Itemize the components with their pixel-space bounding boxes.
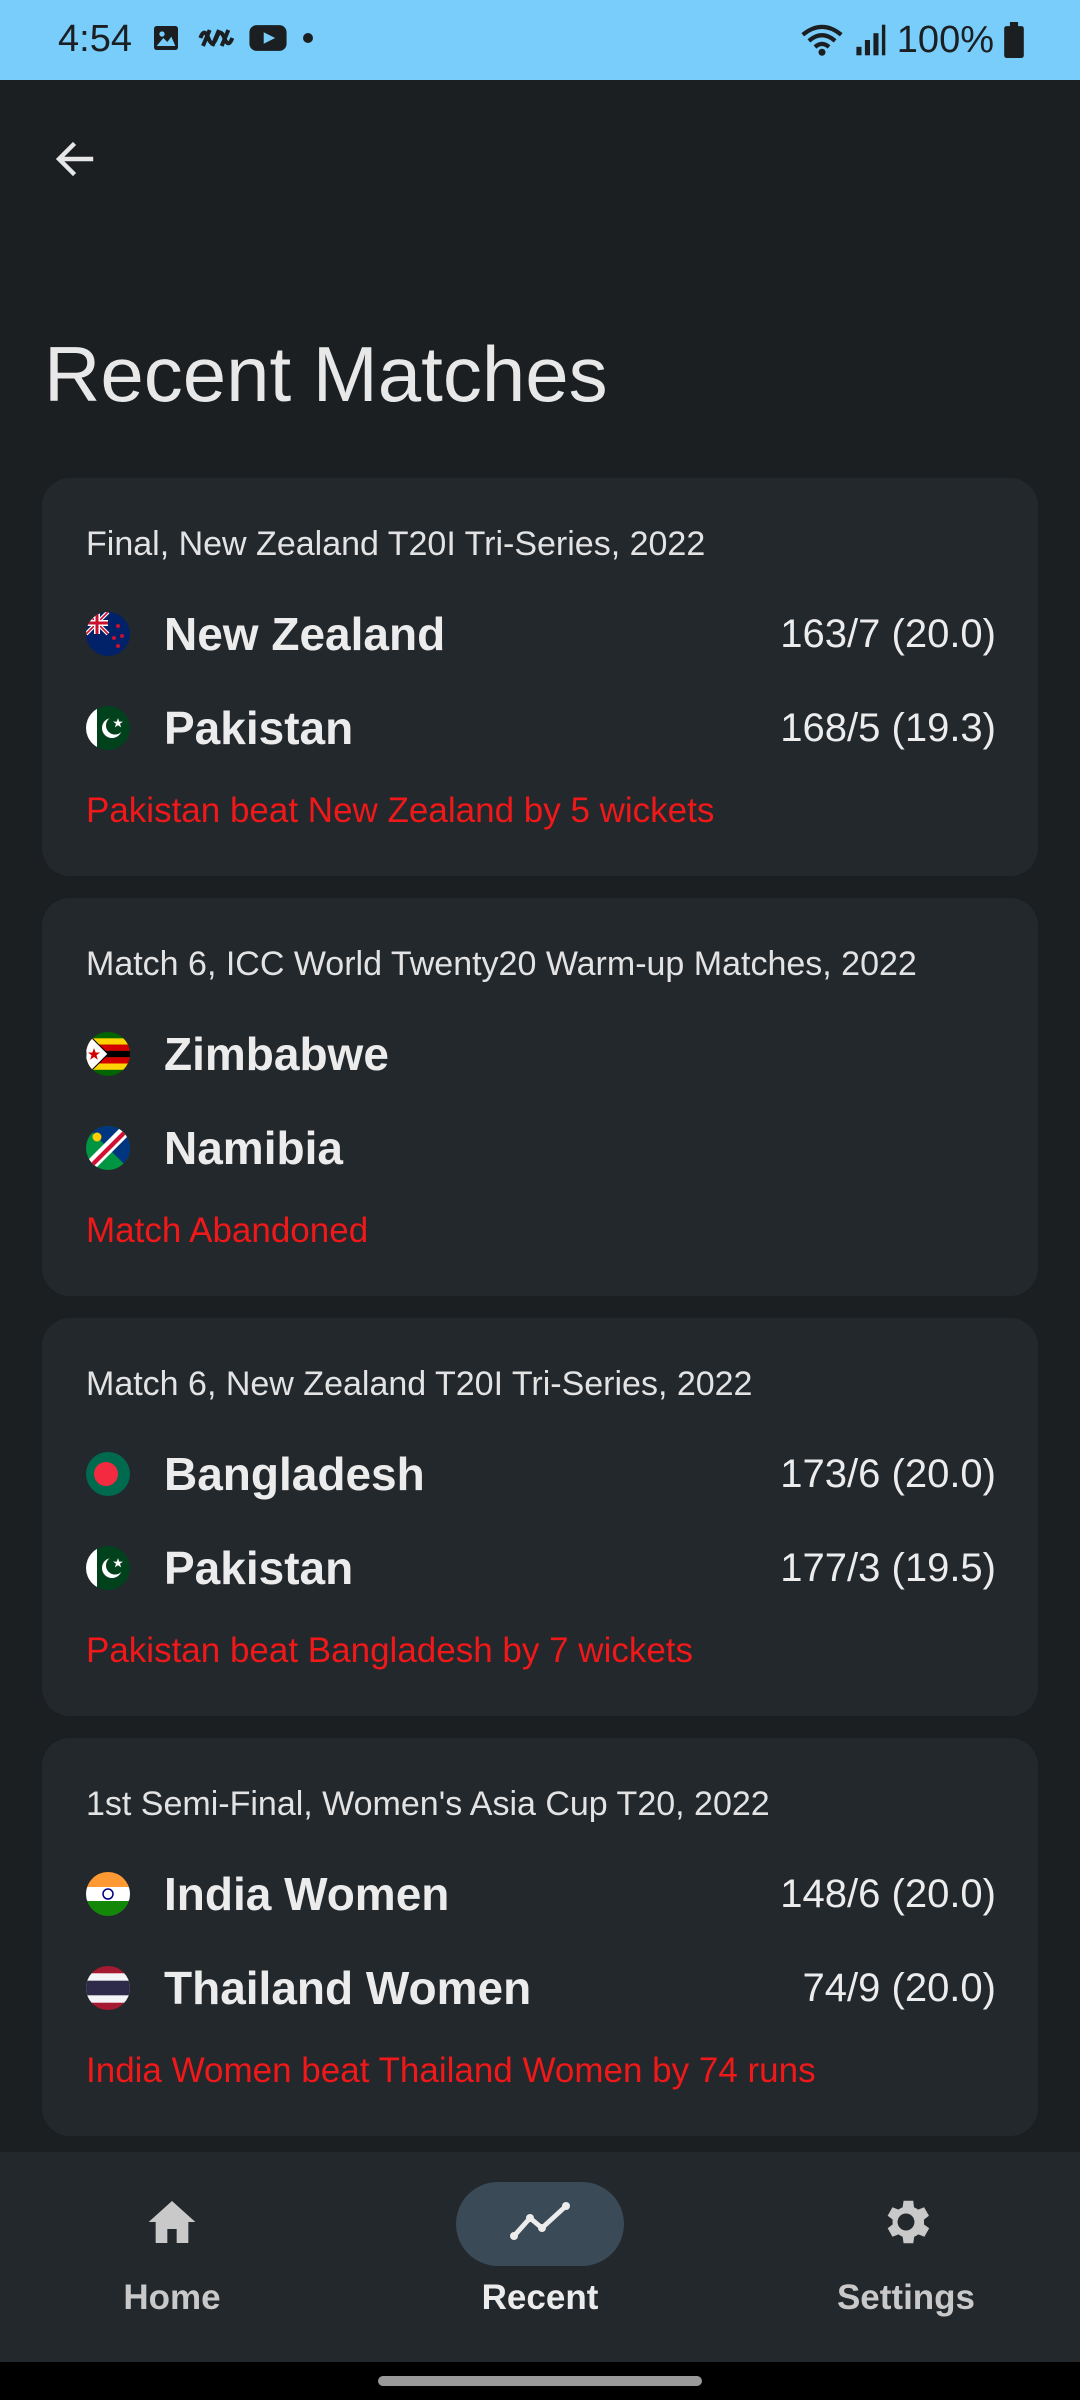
- match-series: Match 6, New Zealand T20I Tri-Series, 20…: [86, 1365, 753, 1403]
- notification-icons: [150, 22, 314, 54]
- team-score: 148/6 (20.0): [780, 1871, 996, 1916]
- youtube-icon: [248, 23, 288, 53]
- match-result: Pakistan beat New Zealand by 5 wickets: [86, 791, 715, 830]
- match-card[interactable]: Match 6, ICC World Twenty20 Warm-up Matc…: [42, 898, 1038, 1296]
- pakistan-flag-icon: [86, 706, 130, 750]
- team-name: Thailand Women: [164, 1962, 532, 2014]
- arrow-back-icon: [51, 135, 99, 188]
- nav-item-settings[interactable]: Settings: [756, 2182, 1056, 2332]
- team-row: India Women 148/6 (20.0): [86, 1864, 996, 1924]
- match-card[interactable]: Match 6, New Zealand T20I Tri-Series, 20…: [42, 1318, 1038, 1716]
- team-row: Thailand Women 74/9 (20.0): [86, 1958, 996, 2018]
- namibia-flag-icon: [86, 1126, 130, 1170]
- match-card[interactable]: Final, New Zealand T20I Tri-Series, 2022…: [42, 478, 1038, 876]
- team-row: Namibia: [86, 1118, 996, 1178]
- match-result: Pakistan beat Bangladesh by 7 wickets: [86, 1631, 694, 1670]
- match-series: Match 6, ICC World Twenty20 Warm-up Matc…: [86, 945, 917, 983]
- image-icon: [150, 22, 182, 54]
- home-icon: [144, 2194, 200, 2255]
- page-title: Recent Matches: [44, 330, 608, 418]
- bangladesh-flag-icon: [86, 1452, 130, 1496]
- team-score: 74/9 (20.0): [802, 1965, 996, 2010]
- team-row: Pakistan 177/3 (19.5): [86, 1538, 996, 1598]
- team-score: 163/7 (20.0): [780, 611, 996, 656]
- gear-icon: [877, 2193, 935, 2256]
- zimbabwe-flag-icon: [86, 1032, 130, 1076]
- battery-icon: [1004, 22, 1024, 58]
- team-name: India Women: [164, 1868, 450, 1920]
- team-name: Bangladesh: [164, 1448, 425, 1500]
- trending-icon: [510, 2201, 570, 2247]
- team-row: Zimbabwe: [86, 1024, 996, 1084]
- nav-active-indicator: [456, 2182, 624, 2266]
- match-series: Final, New Zealand T20I Tri-Series, 2022: [86, 525, 706, 563]
- match-result: India Women beat Thailand Women by 74 ru…: [86, 2051, 816, 2090]
- match-card[interactable]: 1st Semi-Final, Women's Asia Cup T20, 20…: [42, 1738, 1038, 2136]
- wifi-icon: [801, 22, 843, 58]
- signal-icon: [853, 23, 887, 57]
- battery-percent: 100%: [896, 19, 994, 61]
- match-list: Final, New Zealand T20I Tri-Series, 2022…: [42, 478, 1038, 2158]
- gesture-handle[interactable]: [378, 2376, 702, 2386]
- team-name: New Zealand: [164, 608, 446, 660]
- thailand-flag-icon: [86, 1966, 130, 2010]
- team-row: Bangladesh 173/6 (20.0): [86, 1444, 996, 1504]
- status-time: 4:54: [58, 18, 132, 60]
- nav-icon-container: [822, 2182, 990, 2266]
- gesture-area: [0, 2362, 1080, 2400]
- nav-item-recent[interactable]: Recent: [390, 2182, 690, 2332]
- dot-icon: [302, 32, 314, 44]
- pakistan-flag-icon: [86, 1546, 130, 1590]
- back-button[interactable]: [40, 126, 110, 196]
- team-score: 168/5 (19.3): [780, 705, 996, 750]
- india-flag-icon: [86, 1872, 130, 1916]
- team-row: New Zealand 163/7 (20.0): [86, 604, 996, 664]
- new-zealand-flag-icon: [86, 612, 130, 656]
- team-name: Pakistan: [164, 1542, 354, 1594]
- audio-wave-icon: [196, 22, 234, 54]
- nav-label: Home: [123, 2278, 221, 2317]
- nav-label: Settings: [836, 2278, 976, 2317]
- nav-label: Recent: [481, 2278, 599, 2317]
- team-row: Pakistan 168/5 (19.3): [86, 698, 996, 758]
- team-name: Pakistan: [164, 702, 354, 754]
- team-score: 177/3 (19.5): [780, 1545, 996, 1590]
- nav-item-home[interactable]: Home: [22, 2182, 322, 2332]
- match-result: Match Abandoned: [86, 1211, 369, 1250]
- status-bar: 4:54 100%: [0, 0, 1080, 80]
- team-name: Zimbabwe: [164, 1028, 389, 1080]
- team-score: 173/6 (20.0): [780, 1451, 996, 1496]
- match-series: 1st Semi-Final, Women's Asia Cup T20, 20…: [86, 1785, 770, 1823]
- team-name: Namibia: [164, 1122, 343, 1174]
- nav-icon-container: [88, 2182, 256, 2266]
- bottom-navigation: Home Recent Settings: [0, 2152, 1080, 2362]
- system-icons: 100%: [801, 18, 1024, 62]
